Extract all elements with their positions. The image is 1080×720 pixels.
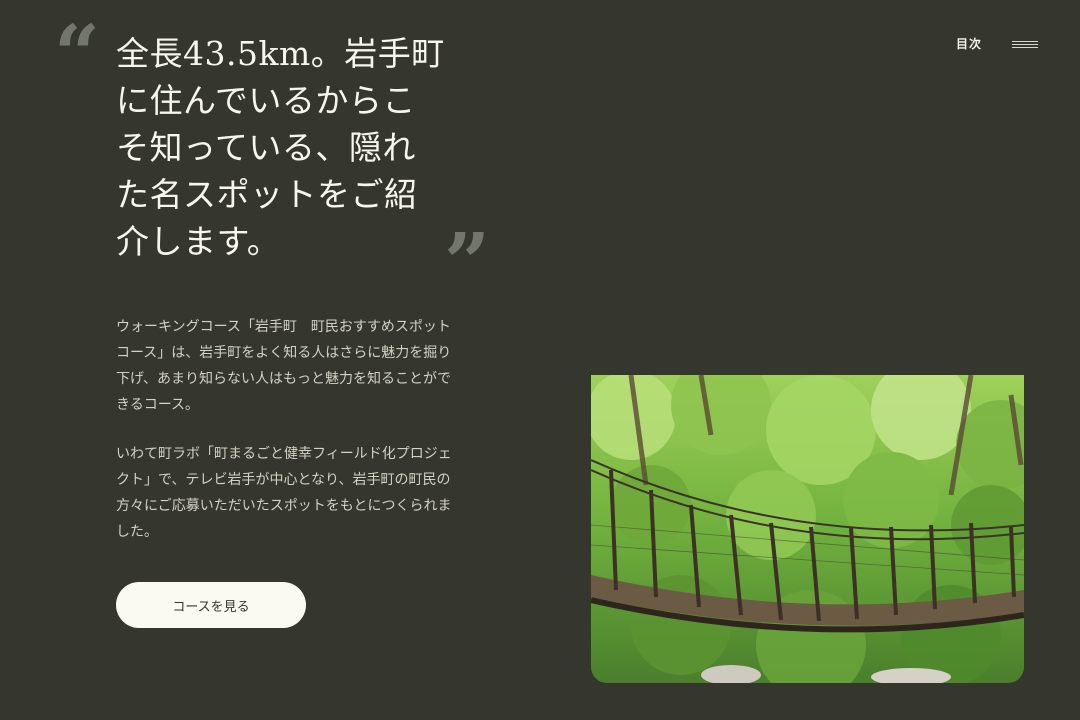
hamburger-menu-icon[interactable] — [1012, 39, 1039, 49]
table-of-contents-toggle[interactable]: 目次 — [956, 35, 1039, 52]
bridge-photo — [591, 375, 1024, 683]
intro-paragraph: ウォーキングコース「岩手町 町民おすすめスポットコース」は、岩手町をよく知る人は… — [116, 319, 452, 413]
hero-headline: 全長43.5km。岩手町に住んでいるからこそ知っている、隠れた名スポットをご紹介… — [116, 34, 445, 261]
open-quote-mark: “ — [54, 7, 101, 101]
toc-label: 目次 — [956, 37, 983, 51]
close-quote-mark: ” — [444, 215, 491, 309]
view-course-button[interactable]: コースを見る — [116, 582, 306, 628]
project-paragraph: いわて町ラボ「町まるごと健幸フィールド化プロジェクト」で、テレビ岩手が中心となり… — [116, 446, 452, 540]
suspension-bridge-illustration — [591, 375, 1024, 683]
